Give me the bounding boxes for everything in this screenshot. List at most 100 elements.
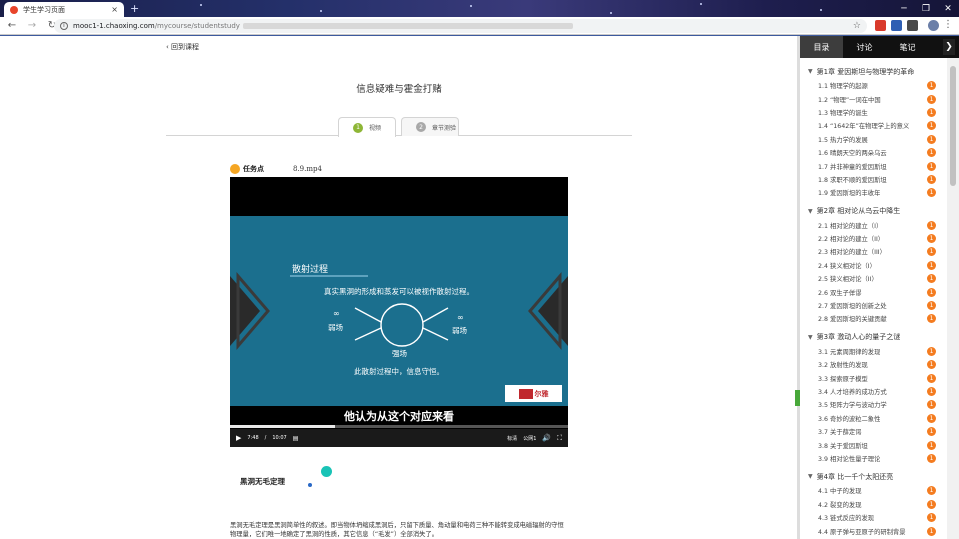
toc-item[interactable]: 2.5 狭义相对论（II） 1 — [800, 272, 942, 285]
back-to-course-link[interactable]: ‹ 回到课程 — [166, 42, 199, 52]
back-arrow-icon[interactable]: ← — [4, 18, 20, 34]
toc-item[interactable]: 2.4 狭义相对论（I） 1 — [800, 259, 942, 272]
progress-fill — [230, 425, 335, 428]
chapter-heading[interactable]: ▼ 第1章 爱因斯坦与物理学的革命 — [800, 64, 942, 79]
toc-item[interactable]: 4.2 裂变的发现 1 — [800, 498, 942, 511]
toc-item[interactable]: 2.3 相对论的建立（III） 1 — [800, 245, 942, 258]
toc-item[interactable]: 1.7 并非神童的爱因斯坦 1 — [800, 159, 942, 172]
close-window-icon[interactable]: ✕ — [937, 0, 959, 17]
toc-item[interactable]: 1.6 晴朗天空的两朵乌云 1 — [800, 146, 942, 159]
new-tab-button[interactable]: + — [130, 2, 139, 15]
task-count-badge: 1 — [927, 121, 936, 131]
toc-item-label: 3.5 矩阵力学与波动力学 — [818, 402, 887, 410]
toc-item-label: 3.2 放射性的发现 — [818, 362, 868, 370]
toc-item[interactable]: 1.9 爱因斯坦的丰收年 1 — [800, 186, 942, 199]
expand-triangle-icon[interactable]: ▼ — [808, 473, 813, 480]
expand-triangle-icon[interactable]: ▼ — [808, 334, 813, 341]
tab-discussion[interactable]: 讨论 — [843, 36, 886, 58]
tab-number: 2 — [416, 122, 426, 132]
task-count-badge: 1 — [927, 274, 936, 284]
toc-item-label: 2.7 爱因斯坦的创新之处 — [818, 303, 887, 311]
toc-item-label: 1.7 并非神童的爱因斯坦 — [818, 163, 887, 171]
profile-avatar[interactable] — [928, 20, 939, 31]
scrollbar-thumb[interactable] — [950, 66, 956, 186]
extension-icon[interactable] — [907, 20, 918, 31]
quality-select[interactable]: 标清 — [507, 435, 517, 442]
table-of-contents: ▼ 第1章 爱因斯坦与物理学的革命 1.1 物理学的起源 1 1.2 “物理”一词在中国… — [800, 64, 942, 539]
window-controls: ─ ❐ ✕ — [893, 0, 959, 17]
video-subtitle: 他认为从这个对应来看 — [344, 410, 454, 423]
video-progress-bar[interactable] — [230, 425, 568, 428]
task-count-badge: 1 — [927, 314, 936, 324]
chapter-heading[interactable]: ▼ 第2章 相对论从乌云中降生 — [800, 204, 942, 219]
forward-arrow-icon[interactable]: → — [24, 18, 40, 34]
task-count-badge: 1 — [927, 81, 936, 91]
tab-close-icon[interactable]: × — [111, 5, 118, 14]
toc-item[interactable]: 2.7 爱因斯坦的创新之处 1 — [800, 299, 942, 312]
tab-video[interactable]: 1 视频 — [338, 117, 396, 137]
toc-item[interactable]: 3.5 矩阵力学与波动力学 1 — [800, 398, 942, 411]
star-decoration — [700, 3, 702, 5]
bookmark-star-icon[interactable]: ☆ — [853, 21, 861, 31]
address-bar[interactable]: i mooc1-1.chaoxing.com /mycourse/student… — [54, 19, 867, 33]
decorative-bubble — [308, 483, 312, 487]
tab-notes[interactable]: 笔记 — [886, 36, 929, 58]
toc-item[interactable]: 2.1 相对论的建立（I） 1 — [800, 219, 942, 232]
chapter-heading[interactable]: ▼ 第3章 激动人心的量子之谜 — [800, 330, 942, 345]
toc-item[interactable]: 3.1 元素周期律的发现 1 — [800, 345, 942, 358]
chapter-title: 第4章 比一千个太阳还亮 — [816, 472, 894, 481]
toc-item[interactable]: 1.4 “1642年”在物理学上的意义 1 — [800, 119, 942, 132]
play-icon[interactable]: ▶ — [236, 434, 241, 442]
extension-icon[interactable] — [891, 20, 902, 31]
info-icon[interactable]: i — [60, 22, 68, 30]
arrow-line — [354, 307, 382, 323]
tab-catalog[interactable]: 目录 — [800, 36, 843, 58]
toc-item[interactable]: 3.3 探索原子模型 1 — [800, 371, 942, 384]
toc-item[interactable]: 3.4 人才培养的成功方式 1 — [800, 385, 942, 398]
browser-tab[interactable]: 学生学习页面 × — [4, 2, 124, 17]
toc-item[interactable]: 4.3 链式反应的发现 1 — [800, 511, 942, 524]
expand-triangle-icon[interactable]: ▼ — [808, 68, 813, 75]
caption-icon[interactable]: ▤ — [293, 435, 299, 442]
toc-item-label: 2.6 双生子佯谬 — [818, 289, 862, 297]
chapter-heading[interactable]: ▼ 第4章 比一千个太阳还亮 — [800, 469, 942, 484]
expand-triangle-icon[interactable]: ▼ — [808, 208, 813, 215]
url-query-redacted — [242, 23, 573, 29]
line-select[interactable]: 公网1 — [523, 435, 536, 442]
toc-item[interactable]: 2.8 爱因斯坦的关键贡献 1 — [800, 312, 942, 325]
decorative-bubble — [321, 466, 332, 477]
toc-item[interactable]: 3.7 关于薛定谔 1 — [800, 425, 942, 438]
task-count-badge: 1 — [927, 387, 936, 396]
toc-item[interactable]: 4.4 原子弹与亚原子的研制背景 1 — [800, 524, 942, 537]
toc-item[interactable]: 1.5 热力学的发展 1 — [800, 133, 942, 146]
browser-menu-icon[interactable]: ⋮ — [943, 19, 953, 30]
task-count-badge: 1 — [927, 373, 936, 383]
toc-item[interactable]: 4.1 中子的发现 1 — [800, 484, 942, 497]
toc-item-label: 2.1 相对论的建立（I） — [818, 222, 883, 230]
logo-mark — [518, 388, 533, 399]
toc-item[interactable]: 3.2 放射性的发现 1 — [800, 358, 942, 371]
task-count-badge: 1 — [927, 499, 936, 509]
video-player[interactable]: 散射过程 真实黑洞的形成和蒸发可以被视作散射过程。 ∞ 弱场 ∞ 弱场 强场 此… — [230, 177, 568, 447]
toc-item[interactable]: 3.9 相对论性量子理论 1 — [800, 452, 942, 465]
toc-item[interactable]: 2.2 相对论的建立（II） 1 — [800, 232, 942, 245]
minimize-icon[interactable]: ─ — [893, 0, 915, 17]
toc-item[interactable]: 3.8 关于爱因斯坦 1 — [800, 438, 942, 451]
weak-field-label: 弱场 — [452, 326, 467, 335]
collapse-arrow-icon[interactable]: ❯ — [943, 39, 955, 55]
sidebar-scrollbar[interactable] — [947, 58, 959, 539]
fullscreen-icon[interactable]: ⛶ — [557, 434, 562, 443]
volume-icon[interactable]: 🔊 — [542, 434, 551, 442]
extension-icon[interactable] — [875, 20, 886, 31]
toc-item[interactable]: 1.3 物理学的诞生 1 — [800, 106, 942, 119]
toc-item[interactable]: 1.8 求职不顺的爱因斯坦 1 — [800, 173, 942, 186]
toc-item[interactable]: 1.1 物理学的起源 1 — [800, 79, 942, 92]
star-decoration — [470, 5, 472, 7]
favicon-icon — [10, 5, 18, 14]
toc-item[interactable]: 2.6 双生子佯谬 1 — [800, 285, 942, 298]
toc-item[interactable]: 3.6 奇妙的波粒二象性 1 — [800, 412, 942, 425]
maximize-icon[interactable]: ❐ — [915, 0, 937, 17]
star-decoration — [820, 9, 822, 11]
tab-chapter-quiz[interactable]: 2 章节测验 — [401, 117, 459, 136]
toc-item[interactable]: 1.2 “物理”一词在中国 1 — [800, 92, 942, 105]
